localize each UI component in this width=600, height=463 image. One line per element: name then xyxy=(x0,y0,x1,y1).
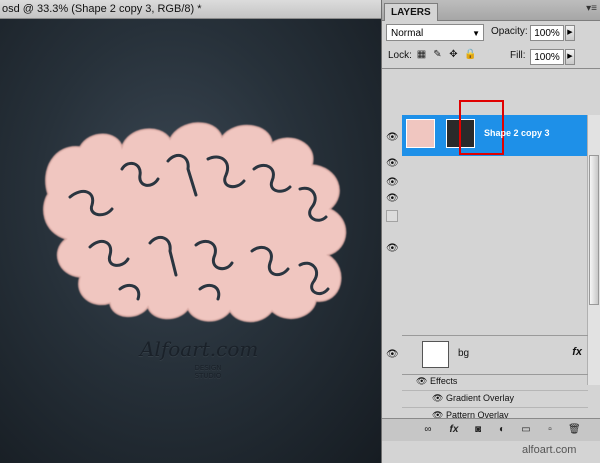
group-icon[interactable]: ▭ xyxy=(520,424,532,436)
fill-label: Fill: xyxy=(510,50,526,61)
lock-transparency-icon[interactable]: ▦ xyxy=(416,49,427,60)
eye-icon[interactable]: 👁 xyxy=(386,243,399,255)
document-titlebar[interactable]: osd @ 33.3% (Shape 2 copy 3, RGB/8) * xyxy=(0,0,381,19)
fill-arrow-icon[interactable]: ▶ xyxy=(565,49,575,65)
lock-icons: ▦ ✎ ✥ 🔒 xyxy=(416,48,480,60)
brain-artwork xyxy=(43,122,347,323)
layers-scrollbar[interactable] xyxy=(587,115,600,385)
layers-list: 👁 👁 👁 👁 👁 👁 Shape 2 copy 3 bg fx 👁 Effec… xyxy=(382,68,600,425)
fx-icon[interactable]: fx xyxy=(448,424,460,436)
blend-mode-value: Normal xyxy=(391,28,424,39)
effects-row[interactable]: 👁 Effects xyxy=(402,373,588,391)
panel-tabbar: LAYERS ▾≡ xyxy=(382,0,600,21)
effect-row[interactable]: 👁 Gradient Overlay xyxy=(402,390,588,408)
visibility-column: 👁 👁 👁 👁 👁 👁 xyxy=(382,69,402,419)
eye-icon[interactable]: 👁 xyxy=(386,193,399,205)
visibility-toggle-empty[interactable] xyxy=(386,210,398,222)
layer-color-thumbnail[interactable] xyxy=(406,119,435,148)
layers-panel: LAYERS ▾≡ Normal ▼ Opacity: 100% ▶ Lock:… xyxy=(381,0,600,463)
watermark-sub-line1: DESIGN xyxy=(194,364,222,372)
scrollbar-thumb[interactable] xyxy=(589,155,599,305)
watermark-sub-line2: STUDIO xyxy=(194,372,222,380)
panel-footer: ∞ fx ◙ ◐ ▭ ▫ 🗑 xyxy=(382,418,600,441)
eye-icon[interactable]: 👁 xyxy=(386,132,399,144)
opacity-label: Opacity: xyxy=(491,26,528,37)
trash-icon[interactable]: 🗑 xyxy=(568,424,581,436)
adjustment-icon[interactable]: ◐ xyxy=(496,424,508,436)
eye-icon[interactable]: 👁 xyxy=(386,158,399,170)
effect-name: Gradient Overlay xyxy=(446,393,515,403)
layer-thumbnail[interactable] xyxy=(422,341,449,368)
layer-name: Shape 2 copy 3 xyxy=(484,128,550,138)
tab-layers[interactable]: LAYERS xyxy=(384,3,438,21)
fill-field[interactable]: 100% xyxy=(530,49,564,65)
eye-icon[interactable]: 👁 xyxy=(432,390,443,407)
document-canvas[interactable]: Alfoart.com DESIGN STUDIO xyxy=(0,19,381,463)
blend-mode-select[interactable]: Normal ▼ xyxy=(386,24,484,41)
opacity-field[interactable]: 100% xyxy=(530,25,564,41)
opacity-arrow-icon[interactable]: ▶ xyxy=(565,25,575,41)
eye-icon[interactable]: 👁 xyxy=(386,349,399,361)
eye-icon[interactable]: 👁 xyxy=(416,373,427,390)
document-title: osd @ 33.3% (Shape 2 copy 3, RGB/8) * xyxy=(2,3,202,15)
effects-label: Effects xyxy=(430,376,458,386)
mask-icon[interactable]: ◙ xyxy=(472,424,484,436)
lock-paint-icon[interactable]: ✎ xyxy=(432,49,443,60)
link-icon[interactable]: ∞ xyxy=(422,424,434,436)
panel-menu-icon[interactable]: ▾≡ xyxy=(586,3,597,14)
layer-name: bg xyxy=(458,348,470,359)
watermark-logo: Alfoart.com xyxy=(140,337,259,361)
layer-row-selected[interactable]: Shape 2 copy 3 xyxy=(402,100,588,156)
fx-icon[interactable]: fx xyxy=(572,346,582,358)
chevron-down-icon: ▼ xyxy=(472,29,480,38)
lock-all-icon[interactable]: 🔒 xyxy=(464,49,476,60)
layer-row-bg[interactable]: bg fx xyxy=(402,335,588,375)
blend-row: Normal ▼ Opacity: 100% ▶ xyxy=(382,24,600,44)
watermark-subtitle: DESIGN STUDIO xyxy=(178,364,238,380)
lock-label: Lock: xyxy=(388,50,412,61)
new-layer-icon[interactable]: ▫ xyxy=(544,424,556,436)
lock-position-icon[interactable]: ✥ xyxy=(448,49,459,60)
site-credit: alfoart.com xyxy=(522,444,577,456)
eye-icon[interactable]: 👁 xyxy=(386,177,399,189)
